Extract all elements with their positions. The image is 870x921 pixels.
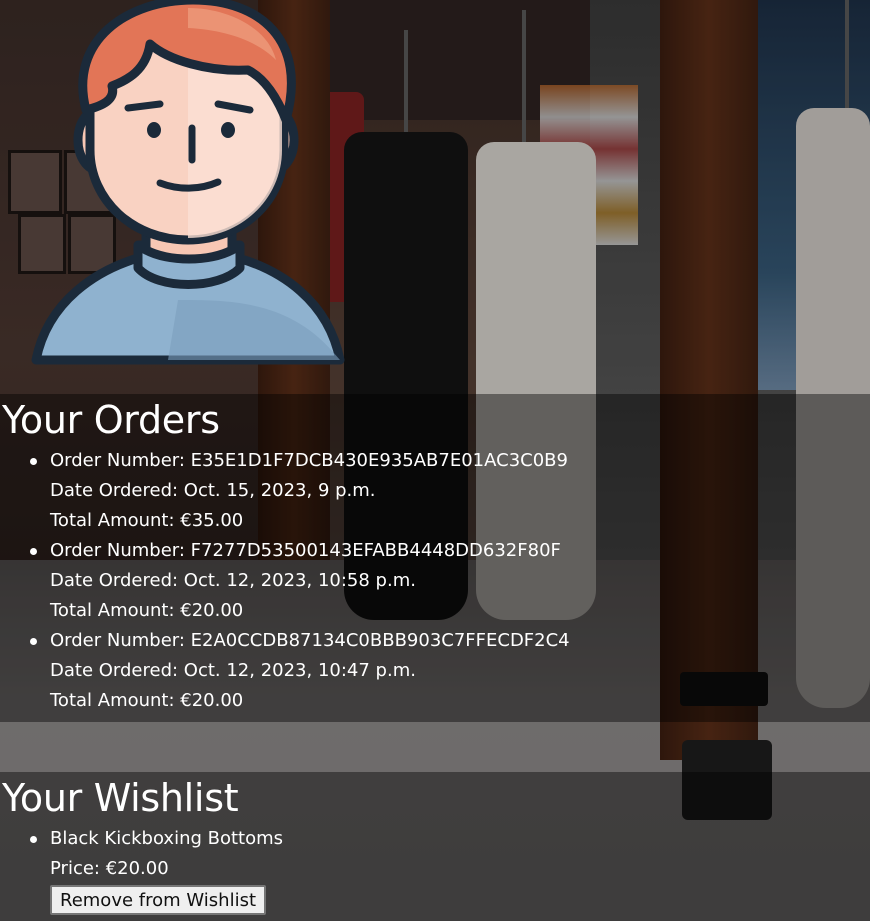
order-item: Order Number: F7277D53500143EFABB4448DD6…	[30, 536, 870, 626]
order-date: Date Ordered: Oct. 15, 2023, 9 p.m.	[50, 480, 376, 501]
orders-heading: Your Orders	[2, 398, 220, 442]
order-item: Order Number: E2A0CCDB87134C0BBB903C7FFE…	[30, 626, 870, 716]
wishlist-section: Your Wishlist Black Kickboxing Bottoms P…	[0, 772, 870, 921]
order-number: Order Number: F7277D53500143EFABB4448DD6…	[50, 540, 561, 561]
wishlist-item-name: Black Kickboxing Bottoms	[50, 828, 284, 849]
order-date: Date Ordered: Oct. 12, 2023, 10:47 p.m.	[50, 660, 416, 681]
order-number: Order Number: E35E1D1F7DCB430E935AB7E01A…	[50, 450, 568, 471]
wishlist-heading: Your Wishlist	[2, 776, 239, 820]
order-date: Date Ordered: Oct. 12, 2023, 10:58 p.m.	[50, 570, 416, 591]
remove-from-wishlist-button[interactable]: Remove from Wishlist	[50, 885, 267, 915]
wishlist-list: Black Kickboxing Bottoms Price: €20.00 R…	[0, 824, 870, 916]
order-total: Total Amount: €35.00	[50, 510, 244, 531]
wishlist-item: Black Kickboxing Bottoms Price: €20.00 R…	[30, 824, 870, 916]
user-avatar-icon	[31, 0, 345, 365]
order-item: Order Number: E35E1D1F7DCB430E935AB7E01A…	[30, 446, 870, 536]
wishlist-item-price: Price: €20.00	[50, 858, 169, 879]
orders-section: Your Orders Order Number: E35E1D1F7DCB43…	[0, 394, 870, 722]
order-number: Order Number: E2A0CCDB87134C0BBB903C7FFE…	[50, 630, 570, 651]
order-total: Total Amount: €20.00	[50, 690, 244, 711]
order-total: Total Amount: €20.00	[50, 600, 244, 621]
orders-list: Order Number: E35E1D1F7DCB430E935AB7E01A…	[0, 446, 870, 716]
